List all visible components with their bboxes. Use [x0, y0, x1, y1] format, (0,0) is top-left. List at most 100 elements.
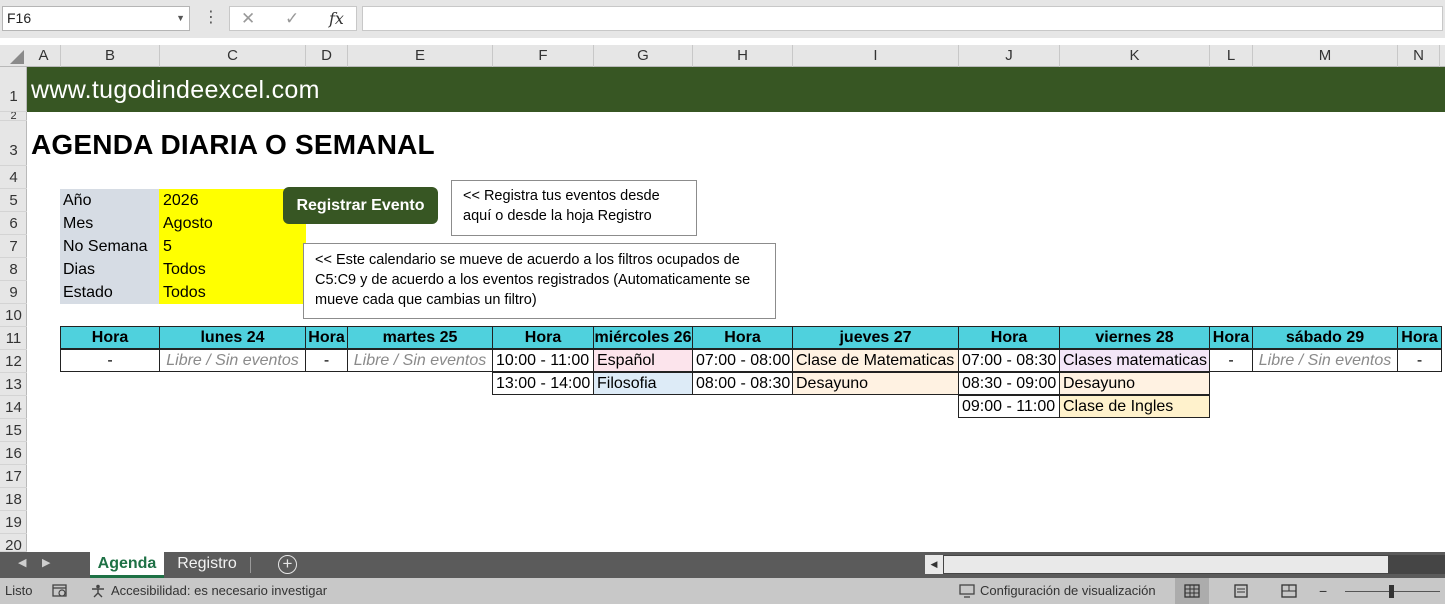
- cal-header-hora: Hora: [1209, 326, 1253, 349]
- scrollbar-thumb[interactable]: [944, 556, 1388, 573]
- cal-cell-miercoles-evento[interactable]: Filosofia: [593, 372, 693, 395]
- cal-cell-viernes-hora[interactable]: 09:00 - 11:00: [958, 395, 1060, 418]
- column-header-d[interactable]: D: [306, 45, 348, 67]
- cal-header-jueves: jueves 27: [792, 326, 959, 349]
- tab-registro[interactable]: Registro: [168, 552, 246, 578]
- row-header[interactable]: 7: [0, 235, 27, 258]
- add-sheet-icon[interactable]: +: [278, 555, 297, 574]
- row-header[interactable]: 10: [0, 304, 27, 327]
- next-sheet-icon[interactable]: ▶: [42, 556, 50, 569]
- column-header-m[interactable]: M: [1253, 45, 1398, 67]
- cal-cell-viernes-hora[interactable]: 07:00 - 08:30: [958, 349, 1060, 372]
- more-options-icon[interactable]: ⋮: [203, 8, 219, 28]
- tab-agenda[interactable]: Agenda: [90, 552, 164, 578]
- row-header[interactable]: 13: [0, 373, 27, 396]
- view-settings-label[interactable]: Configuración de visualización: [980, 578, 1156, 604]
- column-header-f[interactable]: F: [493, 45, 594, 67]
- display-settings-icon[interactable]: [959, 584, 975, 598]
- column-header-n[interactable]: N: [1398, 45, 1440, 67]
- scroll-left-icon[interactable]: ◀: [925, 555, 943, 574]
- horizontal-scrollbar[interactable]: ◀: [925, 555, 1445, 574]
- row-header[interactable]: 17: [0, 465, 27, 488]
- row-header[interactable]: 19: [0, 511, 27, 534]
- prev-sheet-icon[interactable]: ◀: [18, 556, 26, 569]
- cal-cell-viernes-evento[interactable]: Clase de Ingles: [1059, 395, 1210, 418]
- filter-value-days[interactable]: Todos: [159, 258, 306, 281]
- page-break-view-icon[interactable]: [1281, 584, 1297, 598]
- cal-cell-martes-hora[interactable]: -: [305, 349, 348, 372]
- row-header[interactable]: 11: [0, 327, 27, 350]
- cal-cell-domingo-hora[interactable]: -: [1397, 349, 1442, 372]
- accessibility-status[interactable]: Accesibilidad: es necesario investigar: [111, 578, 327, 604]
- cal-header-sabado: sábado 29: [1252, 326, 1398, 349]
- cal-cell-viernes-hora[interactable]: 08:30 - 09:00: [958, 372, 1060, 395]
- normal-view-icon[interactable]: [1184, 584, 1200, 598]
- register-event-button[interactable]: Registrar Evento: [283, 187, 438, 224]
- insert-function-icon[interactable]: fx: [329, 7, 344, 30]
- row-header[interactable]: 1: [0, 67, 27, 112]
- cal-cell-miercoles-evento[interactable]: Español: [593, 349, 693, 372]
- cal-header-hora: Hora: [692, 326, 793, 349]
- cal-cell-sabado-hora[interactable]: -: [1209, 349, 1253, 372]
- cal-cell-jueves-evento[interactable]: Desayuno: [792, 372, 959, 395]
- register-note: << Registra tus eventos desde aquí o des…: [451, 180, 697, 236]
- row-header[interactable]: 15: [0, 419, 27, 442]
- filter-value-week[interactable]: 5: [159, 235, 306, 258]
- cal-cell-viernes-evento[interactable]: Desayuno: [1059, 372, 1210, 395]
- filter-label-status: Estado: [60, 281, 159, 304]
- excel-window: F16 ▼ ⋮ ✕ ✓ fx A B C D E F G H I J K L M…: [0, 0, 1445, 604]
- select-all-button[interactable]: [0, 45, 27, 67]
- sheet-tab-bar: ◀ ▶ Agenda Registro + ◀: [0, 552, 1445, 578]
- formula-input[interactable]: [362, 6, 1443, 31]
- cal-cell-sabado-evento[interactable]: Libre / Sin eventos: [1252, 349, 1398, 372]
- row-header[interactable]: 5: [0, 189, 27, 212]
- macro-record-icon[interactable]: [52, 584, 68, 598]
- name-box-value: F16: [7, 10, 32, 26]
- calendar-note: << Este calendario se mueve de acuerdo a…: [303, 243, 776, 319]
- row-header[interactable]: 4: [0, 166, 27, 189]
- cal-cell-miercoles-hora[interactable]: 10:00 - 11:00: [492, 349, 594, 372]
- column-header-g[interactable]: G: [594, 45, 693, 67]
- column-header-j[interactable]: J: [959, 45, 1060, 67]
- cal-cell-miercoles-hora[interactable]: 13:00 - 14:00: [492, 372, 594, 395]
- filter-value-status[interactable]: Todos: [159, 281, 306, 304]
- chevron-down-icon[interactable]: ▼: [176, 7, 185, 30]
- name-box[interactable]: F16 ▼: [2, 6, 190, 31]
- row-header[interactable]: 20: [0, 534, 27, 552]
- zoom-out-icon[interactable]: −: [1319, 578, 1327, 604]
- cal-cell-lunes-hora[interactable]: -: [60, 349, 160, 372]
- site-banner: www.tugodindeexcel.com: [27, 67, 1445, 112]
- column-header-a[interactable]: A: [27, 45, 61, 67]
- column-header-k[interactable]: K: [1060, 45, 1210, 67]
- row-header[interactable]: 16: [0, 442, 27, 465]
- cal-cell-jueves-hora[interactable]: 07:00 - 08:00: [692, 349, 793, 372]
- row-header[interactable]: 2: [0, 112, 27, 121]
- cal-cell-viernes-evento[interactable]: Clases matematicas: [1059, 349, 1210, 372]
- row-header[interactable]: 6: [0, 212, 27, 235]
- column-header-b[interactable]: B: [61, 45, 160, 67]
- column-header-l[interactable]: L: [1210, 45, 1253, 67]
- row-headers: 1 2 3 4 5 6 7 8 9 10 11 12 13 14 15 16 1…: [0, 67, 27, 552]
- row-header[interactable]: 9: [0, 281, 27, 304]
- column-header-c[interactable]: C: [160, 45, 306, 67]
- zoom-slider-handle[interactable]: [1389, 585, 1394, 598]
- accessibility-icon[interactable]: [90, 584, 106, 598]
- row-header[interactable]: 18: [0, 488, 27, 511]
- column-header-e[interactable]: E: [348, 45, 493, 67]
- cal-cell-jueves-hora[interactable]: 08:00 - 08:30: [692, 372, 793, 395]
- column-header-i[interactable]: I: [793, 45, 959, 67]
- cal-cell-lunes-evento[interactable]: Libre / Sin eventos: [159, 349, 306, 372]
- row-header[interactable]: 14: [0, 396, 27, 419]
- page-layout-view-icon[interactable]: [1233, 584, 1249, 598]
- worksheet-grid[interactable]: www.tugodindeexcel.com AGENDA DIARIA O S…: [27, 67, 1445, 552]
- cal-header-lunes: lunes 24: [159, 326, 306, 349]
- row-header[interactable]: 3: [0, 121, 27, 166]
- cal-header-martes: martes 25: [347, 326, 493, 349]
- row-header[interactable]: 12: [0, 350, 27, 373]
- row-header[interactable]: 8: [0, 258, 27, 281]
- column-header-h[interactable]: H: [693, 45, 793, 67]
- cal-cell-jueves-evento[interactable]: Clase de Matematicas: [792, 349, 959, 372]
- cal-cell-martes-evento[interactable]: Libre / Sin eventos: [347, 349, 493, 372]
- enter-icon[interactable]: ✓: [285, 7, 299, 30]
- cancel-icon[interactable]: ✕: [241, 7, 255, 30]
